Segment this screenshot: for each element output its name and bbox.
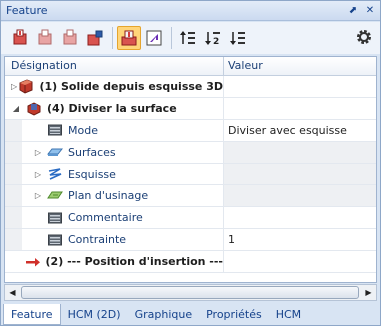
plane-icon bbox=[47, 188, 63, 204]
designation-cell[interactable]: ▷ Surfaces bbox=[5, 141, 224, 163]
row-label: Commentaire bbox=[68, 211, 143, 225]
sort-12-icon: 2 bbox=[205, 32, 220, 47]
insert-arrow-icon bbox=[25, 254, 41, 270]
panel-titlebar: Feature ⬈ ✕ bbox=[1, 1, 380, 21]
designation-cell[interactable]: ▷ Esquisse bbox=[5, 163, 224, 185]
open-sketch-button[interactable] bbox=[142, 26, 166, 50]
scroll-track[interactable] bbox=[20, 286, 361, 299]
scroll-right-icon[interactable]: ▶ bbox=[361, 285, 376, 300]
row-label: Contrainte bbox=[68, 233, 127, 247]
value-cell[interactable] bbox=[224, 163, 376, 185]
expand-icon[interactable]: ▷ bbox=[33, 169, 43, 179]
table-row[interactable]: ▷ (1) Solide depuis esquisse 3D bbox=[5, 76, 376, 98]
feature-grid: Désignation Valeur ▷ (1) Solide depuis es… bbox=[4, 56, 377, 283]
surface-icon bbox=[47, 144, 63, 160]
sketch-icon bbox=[47, 166, 63, 182]
expand-icon[interactable]: ▷ bbox=[33, 191, 43, 201]
value-cell[interactable] bbox=[224, 207, 376, 228]
edit-feature-button[interactable] bbox=[83, 26, 107, 50]
insert-feature-button[interactable] bbox=[8, 26, 32, 50]
row-label: (2) --- Position d'insertion --- bbox=[45, 255, 223, 269]
edit-feature-icon bbox=[87, 30, 103, 46]
column-header-value[interactable]: Valeur bbox=[224, 57, 376, 75]
grid-header: Désignation Valeur bbox=[5, 57, 376, 76]
property-icon bbox=[47, 122, 63, 138]
sort-12-button[interactable]: 2 bbox=[201, 26, 225, 50]
value-cell[interactable] bbox=[224, 251, 376, 272]
property-icon bbox=[47, 232, 63, 248]
feature-panel: Feature ⬈ ✕ 2 Désignation Valeur ▷ (1) S… bbox=[0, 0, 381, 326]
designation-cell[interactable]: ▷ Plan d'usinage bbox=[5, 185, 224, 207]
insert-below-icon bbox=[38, 29, 52, 45]
value-cell[interactable]: Diviser avec esquisse bbox=[224, 120, 376, 141]
gear-icon bbox=[357, 30, 371, 44]
value-cell[interactable] bbox=[224, 185, 376, 207]
sort-down-button[interactable] bbox=[226, 26, 250, 50]
table-row[interactable]: ▷ Plan d'usinage bbox=[5, 185, 376, 208]
table-row[interactable]: Contrainte 1 bbox=[5, 229, 376, 252]
table-row[interactable]: (2) --- Position d'insertion --- bbox=[5, 251, 376, 274]
row-label: Surfaces bbox=[68, 145, 116, 159]
table-row[interactable]: ▷ Surfaces bbox=[5, 141, 376, 164]
scroll-left-icon[interactable]: ◀ bbox=[5, 285, 20, 300]
value-cell[interactable]: 1 bbox=[224, 229, 376, 250]
split-surface-icon bbox=[26, 100, 42, 116]
panel-tabs: Feature HCM (2D) Graphique Propriétés HCM bbox=[1, 304, 380, 326]
close-icon[interactable]: ✕ bbox=[363, 4, 377, 18]
row-label: (4) Diviser la surface bbox=[47, 101, 177, 115]
tab-feature[interactable]: Feature bbox=[3, 304, 61, 325]
grid-rows: ▷ (1) Solide depuis esquisse 3D ◢ (4) Divis… bbox=[5, 76, 376, 274]
feature-active-icon bbox=[121, 30, 137, 46]
insert-above-button[interactable] bbox=[58, 26, 82, 50]
toolbar: 2 bbox=[1, 22, 380, 54]
expand-icon[interactable]: ▷ bbox=[11, 81, 17, 91]
horizontal-scrollbar[interactable]: ◀ ▶ bbox=[4, 284, 377, 301]
sort-up-icon bbox=[180, 31, 195, 44]
tab-hcm-2d[interactable]: HCM (2D) bbox=[61, 304, 128, 325]
panel-title: Feature bbox=[6, 4, 48, 17]
row-label: Esquisse bbox=[68, 167, 116, 181]
table-row[interactable]: ◢ (4) Diviser la surface bbox=[5, 97, 376, 120]
value-cell[interactable] bbox=[224, 76, 376, 97]
feature-active-button[interactable] bbox=[117, 26, 141, 50]
sort-up-button[interactable] bbox=[176, 26, 200, 50]
toolbar-separator bbox=[112, 27, 113, 49]
insert-above-icon bbox=[63, 29, 77, 45]
designation-cell[interactable]: ◢ (4) Diviser la surface bbox=[5, 97, 224, 119]
column-header-designation[interactable]: Désignation bbox=[5, 57, 224, 75]
designation-cell[interactable]: Commentaire bbox=[5, 207, 224, 229]
designation-cell[interactable]: ▷ (1) Solide depuis esquisse 3D bbox=[5, 76, 224, 97]
table-row[interactable]: Commentaire bbox=[5, 207, 376, 230]
designation-cell[interactable]: Contrainte bbox=[5, 229, 224, 251]
collapse-icon[interactable]: ◢ bbox=[11, 103, 21, 113]
designation-cell[interactable]: Mode bbox=[5, 119, 224, 141]
table-row[interactable]: Mode Diviser avec esquisse bbox=[5, 119, 376, 142]
tab-hcm[interactable]: HCM bbox=[269, 304, 308, 325]
open-sketch-icon bbox=[146, 30, 162, 46]
insert-feature-icon bbox=[13, 29, 27, 45]
pin-icon[interactable]: ⬈ bbox=[346, 4, 360, 18]
expand-icon[interactable]: ▷ bbox=[33, 147, 43, 157]
property-icon bbox=[47, 210, 63, 226]
row-label: Plan d'usinage bbox=[68, 189, 149, 203]
value-cell[interactable] bbox=[224, 98, 376, 119]
row-label: (1) Solide depuis esquisse 3D bbox=[39, 79, 223, 93]
insert-below-button[interactable] bbox=[33, 26, 57, 50]
settings-button[interactable] bbox=[354, 27, 374, 47]
designation-cell[interactable]: (2) --- Position d'insertion --- bbox=[5, 251, 224, 273]
row-label: Mode bbox=[68, 123, 98, 137]
sort-down-icon bbox=[230, 32, 245, 45]
value-cell[interactable] bbox=[224, 141, 376, 163]
sort-12-label: 2 bbox=[213, 37, 219, 47]
solid-icon bbox=[18, 78, 34, 94]
tab-graphique[interactable]: Graphique bbox=[128, 304, 200, 325]
table-row[interactable]: ▷ Esquisse bbox=[5, 163, 376, 186]
scroll-thumb[interactable] bbox=[21, 286, 359, 299]
toolbar-separator bbox=[171, 27, 172, 49]
tab-propri-t-s[interactable]: Propriétés bbox=[199, 304, 269, 325]
